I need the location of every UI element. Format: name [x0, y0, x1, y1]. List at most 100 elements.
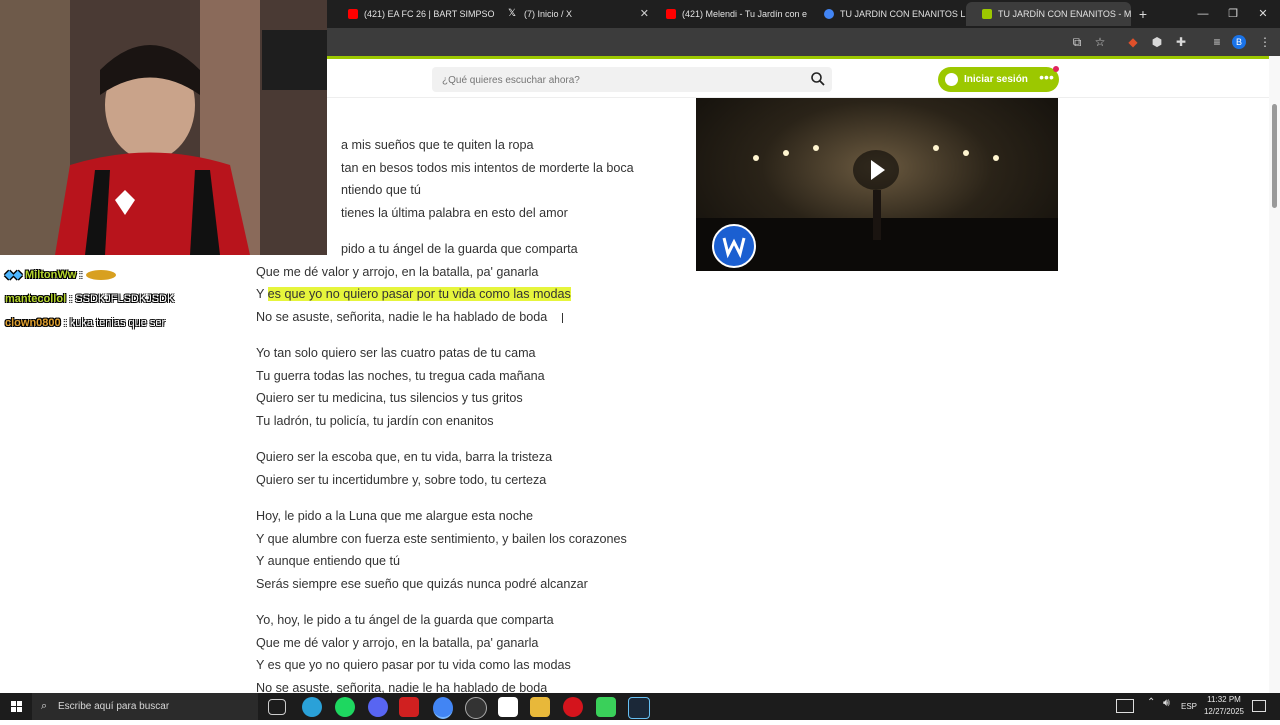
lyric-line: No se asuste, señorita, nadie le ha habl…: [256, 310, 548, 324]
bookmark-star-icon[interactable]: ☆: [1091, 33, 1109, 51]
lyric-line: Yo tan solo quiero ser las cuatro patas …: [256, 346, 536, 360]
lyric-line: tan en besos todos mis intentos de morde…: [341, 161, 634, 175]
play-icon: [871, 160, 885, 180]
kick-icon[interactable]: [596, 697, 616, 717]
page-scrollbar[interactable]: [1269, 56, 1280, 693]
badge-icon: ◆◆: [5, 269, 22, 281]
language-indicator[interactable]: ESP: [1178, 693, 1200, 720]
user-icon: [945, 73, 958, 86]
taskbar-search-placeholder: Escribe aquí para buscar: [58, 701, 170, 712]
song-search-input[interactable]: [440, 67, 804, 94]
music-video-player[interactable]: [696, 98, 1058, 271]
chat-message: mantecollol : SSDKJFLSDKJSDK: [5, 291, 174, 307]
windows-logo-icon: [11, 701, 22, 712]
lyric-highlight: es que yo no quiero pasar por tu vida co…: [267, 287, 571, 301]
spotify-icon[interactable]: [335, 697, 355, 717]
start-button[interactable]: [0, 693, 32, 720]
lyric-prefix: Y: [256, 287, 268, 301]
text-cursor-icon: [562, 313, 565, 323]
lyric-line: Quiero ser la escoba que, en tu vida, ba…: [256, 450, 553, 464]
chevron-up-icon[interactable]: ⌃: [1147, 697, 1155, 708]
tab-x-home[interactable]: 𝕏 (7) Inicio / X ✕: [490, 4, 655, 24]
capcut-icon[interactable]: [498, 697, 518, 717]
tab-title: (421) Melendi - Tu Jardín con e: [682, 9, 808, 19]
tab-lyrics-active[interactable]: TU JARDÍN CON ENANITOS - M ✕: [966, 2, 1131, 26]
lyric-line: No se asuste, señorita, nadie le ha habl…: [256, 681, 548, 693]
tab-title: (421) EA FC 26 | BART SIMPSON: [364, 9, 495, 19]
tab-ea-fc[interactable]: (421) EA FC 26 | BART SIMPSON ✕: [330, 4, 495, 24]
tab-title: TU JARDIN CON ENANITOS LE: [840, 9, 971, 19]
system-clock[interactable]: 11:32 PM 12/27/2025: [1198, 694, 1250, 719]
discord-icon[interactable]: [368, 697, 388, 717]
lyric-line: Quiero ser tu medicina, tus silencios y …: [256, 391, 523, 405]
lyric-line: Yo, hoy, le pido a tu ángel de la guarda…: [256, 613, 554, 627]
minimize-button[interactable]: —: [1188, 0, 1218, 28]
login-label: Iniciar sesión: [964, 74, 1028, 85]
chat-username: mantecollol: [5, 293, 67, 305]
extension-fox-icon[interactable]: ◆: [1124, 33, 1142, 51]
lyric-line: tienes la última palabra en esto del amo…: [341, 206, 568, 220]
close-window-button[interactable]: ✕: [1248, 0, 1278, 28]
lyric-line: ntiendo que tú: [341, 183, 421, 197]
login-button[interactable]: Iniciar sesión: [938, 67, 1046, 92]
lyric-line: Que me dé valor y arrojo, en la batalla,…: [256, 265, 539, 279]
opera-icon[interactable]: [563, 697, 583, 717]
lyric-line-highlighted: Y es que yo no quiero pasar por tu vida …: [256, 285, 571, 303]
youtube-icon: [348, 9, 358, 19]
video-thumbnail: [696, 98, 1058, 271]
extension-icon[interactable]: ⬢: [1148, 33, 1166, 51]
webcam-feed: [0, 0, 327, 255]
clock-time: 11:32 PM: [1207, 695, 1241, 704]
lyric-line: pido a tu ángel de la guarda que compart…: [341, 242, 578, 256]
search-icon: ⌕: [41, 700, 48, 712]
chat-username: clown0800: [5, 317, 61, 329]
lyric-line: Y aunque entiendo que tú: [256, 554, 401, 568]
obs-icon[interactable]: [465, 697, 487, 719]
lyric-line: Hoy, le pido a la Luna que me alargue es…: [256, 509, 534, 523]
x-logo-icon: 𝕏: [508, 8, 517, 19]
clock-date: 12/27/2025: [1203, 707, 1245, 716]
play-button[interactable]: [853, 150, 899, 190]
steam-icon[interactable]: [628, 697, 650, 719]
copilot-icon[interactable]: [302, 697, 322, 717]
new-tab-button[interactable]: +: [1128, 0, 1158, 28]
task-view-icon[interactable]: [268, 699, 286, 715]
youtube-icon: [666, 9, 676, 19]
chat-text: : SSDKJFLSDKJSDK: [69, 293, 175, 305]
app-icon[interactable]: [399, 697, 419, 717]
lyric-line: Serás siempre ese sueño que quizás nunca…: [256, 577, 588, 591]
restore-button[interactable]: ❐: [1218, 0, 1248, 28]
lyric-line: Tu guerra todas las noches, tu tregua ca…: [256, 369, 545, 383]
warner-logo-icon: [712, 224, 756, 268]
lyric-line: Quiero ser tu incertidumbre y, sobre tod…: [256, 473, 547, 487]
extensions-puzzle-icon[interactable]: ✚: [1172, 33, 1190, 51]
menu-kebab-icon[interactable]: ⋮: [1256, 33, 1274, 51]
lyric-line: Y que alumbre con fuerza este sentimient…: [256, 532, 627, 546]
notification-dot: [1053, 66, 1059, 72]
lyric-line: Que me dé valor y arrojo, en la batalla,…: [256, 636, 539, 650]
google-icon: [824, 9, 834, 19]
lyric-line: Y es que yo no quiero pasar por tu vida …: [256, 658, 571, 672]
tab-title: TU JARDÍN CON ENANITOS - M: [998, 9, 1131, 19]
volume-icon[interactable]: 🔊︎: [1163, 697, 1170, 710]
lyric-line: a mis sueños que te quiten la ropa: [341, 138, 534, 152]
streamer-webcam: [0, 0, 327, 255]
chat-message: clown0800 : kuka tenias que ser: [5, 315, 165, 331]
tab-melendi-youtube[interactable]: (421) Melendi - Tu Jardín con e ✕: [648, 4, 813, 24]
keyboard-icon[interactable]: [1116, 699, 1134, 713]
media-controls-icon[interactable]: ≡: [1208, 33, 1226, 51]
chat-message: ◆◆ MiltonWw :: [5, 267, 116, 283]
scrollbar-thumb[interactable]: [1272, 104, 1277, 208]
chat-text: : kuka tenias que ser: [63, 317, 166, 329]
notifications-icon[interactable]: [1252, 700, 1266, 712]
emote-icon: [85, 270, 116, 281]
install-app-icon[interactable]: ⧉: [1068, 33, 1086, 51]
chat-text: :: [79, 269, 83, 281]
search-icon[interactable]: [810, 71, 826, 87]
file-explorer-icon[interactable]: [530, 697, 550, 717]
profile-avatar[interactable]: B: [1232, 35, 1246, 49]
tab-lyrics-google[interactable]: TU JARDIN CON ENANITOS LE ✕: [806, 4, 971, 24]
taskbar-search[interactable]: ⌕ Escribe aquí para buscar: [32, 693, 258, 720]
chrome-icon[interactable]: [433, 697, 453, 719]
musixmatch-icon: [982, 9, 992, 19]
